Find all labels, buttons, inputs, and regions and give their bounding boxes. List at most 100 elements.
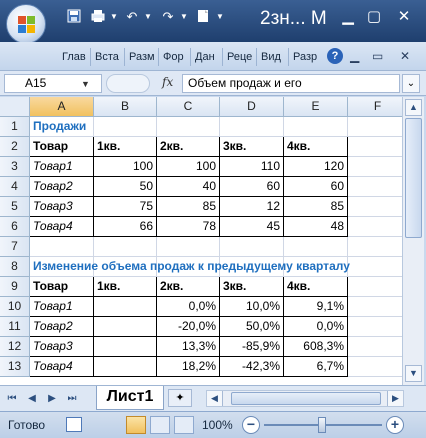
column-header-d[interactable]: D (220, 97, 284, 117)
table-cell[interactable]: Товар3 (30, 197, 94, 217)
redo-icon[interactable]: ↷ (160, 9, 176, 25)
table-cell[interactable]: Товар2 (30, 177, 94, 197)
tab-developer[interactable]: Разр (293, 51, 317, 63)
table-header-cell[interactable]: Товар (30, 277, 94, 297)
table-cell[interactable]: 85 (157, 197, 220, 217)
table-cell[interactable]: Товар4 (30, 357, 94, 377)
redo-dropdown-icon[interactable]: ▼ (176, 9, 192, 25)
row-header-8[interactable]: 8 (0, 257, 30, 277)
horizontal-scroll-thumb[interactable] (231, 392, 381, 405)
table-cell[interactable]: Товар3 (30, 337, 94, 357)
select-all-corner[interactable] (0, 97, 30, 117)
sheet-title-sales[interactable]: Продажи (30, 117, 390, 137)
next-sheet-icon[interactable]: ▶ (46, 392, 58, 406)
name-box-dropdown-icon[interactable]: ▼ (81, 76, 90, 93)
table-cell[interactable]: 85 (284, 197, 348, 217)
tab-review[interactable]: Реце (227, 51, 252, 63)
row-header-12[interactable]: 12 (0, 337, 30, 357)
scroll-right-icon[interactable]: ▶ (387, 391, 403, 406)
row-header-11[interactable]: 11 (0, 317, 30, 337)
table-cell[interactable]: 110 (220, 157, 284, 177)
cell[interactable] (348, 297, 402, 317)
insert-function-icon[interactable]: fx (162, 75, 173, 89)
table-header-cell[interactable]: 1кв. (94, 277, 157, 297)
undo-icon[interactable]: ↶ (124, 9, 140, 25)
formula-input[interactable]: Объем продаж и его (182, 74, 400, 93)
cell[interactable] (157, 237, 220, 257)
row-header-2[interactable]: 2 (0, 137, 30, 157)
tab-data[interactable]: Дан (195, 51, 215, 63)
table-cell[interactable]: 0,0% (284, 317, 348, 337)
zoom-slider-knob[interactable] (318, 417, 326, 433)
vertical-scroll-thumb[interactable] (405, 118, 422, 238)
table-cell[interactable]: -20,0% (157, 317, 220, 337)
row-header-7[interactable]: 7 (0, 237, 30, 257)
help-icon[interactable]: ? (327, 48, 343, 64)
customize-icon[interactable] (196, 9, 212, 25)
column-header-a[interactable]: A (30, 97, 94, 117)
table-cell[interactable]: 45 (220, 217, 284, 237)
cell[interactable] (284, 237, 348, 257)
table-cell[interactable]: 40 (157, 177, 220, 197)
table-cell[interactable]: -85,9% (220, 337, 284, 357)
cell[interactable] (348, 237, 402, 257)
normal-view-icon[interactable] (126, 416, 146, 434)
table-header-cell[interactable]: 2кв. (157, 137, 220, 157)
column-header-f[interactable]: F (348, 97, 402, 117)
table-cell[interactable]: 18,2% (157, 357, 220, 377)
column-header-e[interactable]: E (284, 97, 348, 117)
cell[interactable] (348, 197, 402, 217)
cell[interactable] (348, 157, 402, 177)
expand-formula-bar-icon[interactable]: ⌄ (402, 74, 420, 93)
tab-insert[interactable]: Вста (95, 51, 119, 63)
cell[interactable] (348, 217, 402, 237)
ribbon-restore-icon[interactable]: ▭ (372, 49, 383, 63)
table-cell[interactable]: Товар1 (30, 157, 94, 177)
table-cell[interactable] (94, 357, 157, 377)
table-cell[interactable]: Товар4 (30, 217, 94, 237)
print-dropdown-icon[interactable]: ▼ (106, 9, 122, 25)
table-cell[interactable]: Товар2 (30, 317, 94, 337)
table-cell[interactable]: 10,0% (220, 297, 284, 317)
table-cell[interactable]: 48 (284, 217, 348, 237)
table-header-cell[interactable]: 4кв. (284, 277, 348, 297)
horizontal-scrollbar[interactable]: ◀ ▶ (206, 390, 404, 407)
zoom-out-icon[interactable]: − (242, 416, 260, 434)
row-header-6[interactable]: 6 (0, 217, 30, 237)
table-header-cell[interactable]: 3кв. (220, 277, 284, 297)
column-header-c[interactable]: C (157, 97, 220, 117)
table-cell[interactable]: 60 (284, 177, 348, 197)
insert-sheet-icon[interactable]: ✦ (168, 389, 192, 407)
table-header-cell[interactable]: 1кв. (94, 137, 157, 157)
row-header-3[interactable]: 3 (0, 157, 30, 177)
row-header-1[interactable]: 1 (0, 117, 30, 137)
sheet-title-change[interactable]: Изменение объема продаж к предыдущему кв… (30, 257, 390, 277)
zoom-in-icon[interactable]: + (386, 416, 404, 434)
column-header-b[interactable]: B (94, 97, 157, 117)
macro-record-icon[interactable] (66, 417, 82, 432)
close-icon[interactable]: ✕ (392, 6, 416, 28)
row-header-13[interactable]: 13 (0, 357, 30, 377)
cell[interactable] (220, 237, 284, 257)
cell[interactable] (348, 277, 402, 297)
table-cell[interactable]: Товар1 (30, 297, 94, 317)
scroll-up-icon[interactable]: ▲ (405, 99, 422, 116)
vertical-scrollbar[interactable]: ▲ ▼ (402, 97, 424, 385)
office-button[interactable] (6, 4, 46, 44)
table-cell[interactable]: 78 (157, 217, 220, 237)
table-cell[interactable]: 12 (220, 197, 284, 217)
worksheet-grid[interactable]: A B C D E F 1 2 3 4 5 6 7 8 9 10 11 12 13 Продажи Товар 1кв. 2… (0, 97, 402, 385)
table-cell[interactable]: 13,3% (157, 337, 220, 357)
table-header-cell[interactable]: 3кв. (220, 137, 284, 157)
table-cell[interactable]: 608,3% (284, 337, 348, 357)
tab-home[interactable]: Глав (62, 51, 86, 63)
print-icon[interactable] (90, 9, 106, 25)
scroll-down-icon[interactable]: ▼ (405, 365, 422, 382)
tab-view[interactable]: Вид (261, 51, 281, 63)
maximize-icon[interactable]: ▢ (362, 6, 386, 28)
page-break-view-icon[interactable] (174, 416, 194, 434)
table-cell[interactable]: 50 (94, 177, 157, 197)
table-cell[interactable]: 0,0% (157, 297, 220, 317)
cell[interactable] (348, 317, 402, 337)
row-header-5[interactable]: 5 (0, 197, 30, 217)
